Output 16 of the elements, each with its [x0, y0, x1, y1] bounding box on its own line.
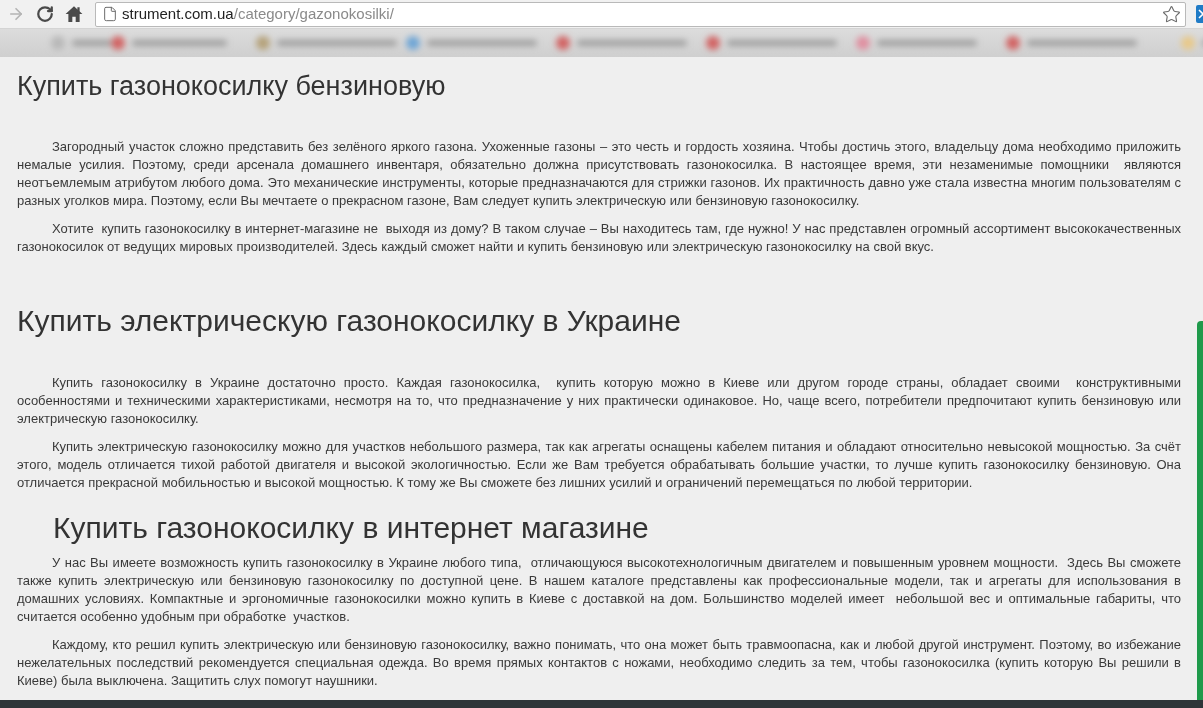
body-paragraph: Загородный участок сложно представить без зелёного яркого газона. Ухоженные газоны – это честь и гордость хозяина. Чтобы достичь этого, владельцу дома необходимо приложить немалые усилия. Поэтому, среди арсенала домашнего инвентаря, обязательно должна присутствовать газонокосилка. В настоящее время, эти незаменимые помощники являются неотъемлемым атрибутом любого дома. Это механические инструменты, которые предназначаются для стрижки газонов. Их практичность давно уже стала известна многим пользователям с разных уголков мира. Поэтому, если Вы мечтаете о прекрасном газоне, Вам следует купить электрическую или бензиновую газонокосилку.	[17, 138, 1181, 210]
reload-icon	[36, 5, 54, 23]
bookmark-star-icon[interactable]	[1162, 4, 1181, 24]
body-paragraph: Купить электрическую газонокосилку можно для участков небольшого размера, так как агрегаты оснащены кабелем питания и обладают относительно невысокой мощностью. За счёт этого, модель отличается тихой работой двигателя и высокой экологичностью. Если же Вам требуется обрабатывать большие участки, то лучше купить газонокосилку бензиновую. Она отличается прекрасной мобильностью и высокой мощностью. К тому же Вы сможете без лишних усилий и ограничений перемещаться по любой территории.	[17, 438, 1181, 492]
body-paragraph: Хотите купить газонокосилку в интернет-магазине не выходя из дому? В таком случае – Вы находитесь там, где нужно! У нас представлен огромный ассортимент высококачественных газонокосилок от ведущих мировых производителей. Здесь каждый сможет найти и купить бензиновую или электрическую газонокосилку на свой вкус.	[17, 220, 1181, 256]
body-paragraph: Каждому, кто решил купить электрическую или бензиновую газонокосилку, важно понимать, что она может быть травмоопасна, как и любой другой инструмент. Поэтому, во избежание нежелательных последствий рекомендуется специальная одежда. Во время прямых контактов с ножами, необходимо следить за тем, чтобы газонокосилка (купить которую Вы решили в Киеве) была выключена. Защитить слух помогут наушники.	[17, 636, 1181, 690]
page-icon	[102, 6, 118, 22]
page-title: Купить газонокосилку бензиновую	[17, 71, 446, 101]
section-heading: Купить газонокосилку в интернет магазине	[53, 511, 649, 544]
section-heading: Купить электрическую газонокосилку в Украине	[17, 304, 681, 337]
body-paragraph: Купить газонокосилку в Украине достаточно просто. Каждая газонокосилка, купить которую можно в Киеве или другом городе страны, обладает своими конструктивными особенностями и техническими характеристиками, несмотря на то, что предназначение у них практически одинаковое. Но, чаще всего, потребители предпочитают купить бензиновую или электрическую газонокосилку.	[17, 374, 1181, 428]
body-paragraph: У нас Вы имеете возможность купить газонокосилку в Украине любого типа, отличающуюся высокотехнологичным двигателем и повышенным уровнем мощности. Здесь Вы сможете также купить электрическую или бензиновую газонокосилку по доступной цене. В нашем каталоге представлены как профессиональные модели, так и агрегаты для использования в домашних условиях. Компактные и эргономичные газонокосилки можно купить в Киеве с доставкой на дом. Большинство моделей имеет небольшой вес и оптимальные габариты, что считается особенно удобным при обработке участков.	[17, 554, 1181, 626]
home-icon	[65, 5, 83, 23]
url-text: strument.com.ua/category/gazonokosilki/	[122, 4, 394, 24]
address-bar[interactable]: strument.com.ua/category/gazonokosilki/	[95, 1, 1186, 27]
arrow-right-icon	[7, 5, 25, 23]
